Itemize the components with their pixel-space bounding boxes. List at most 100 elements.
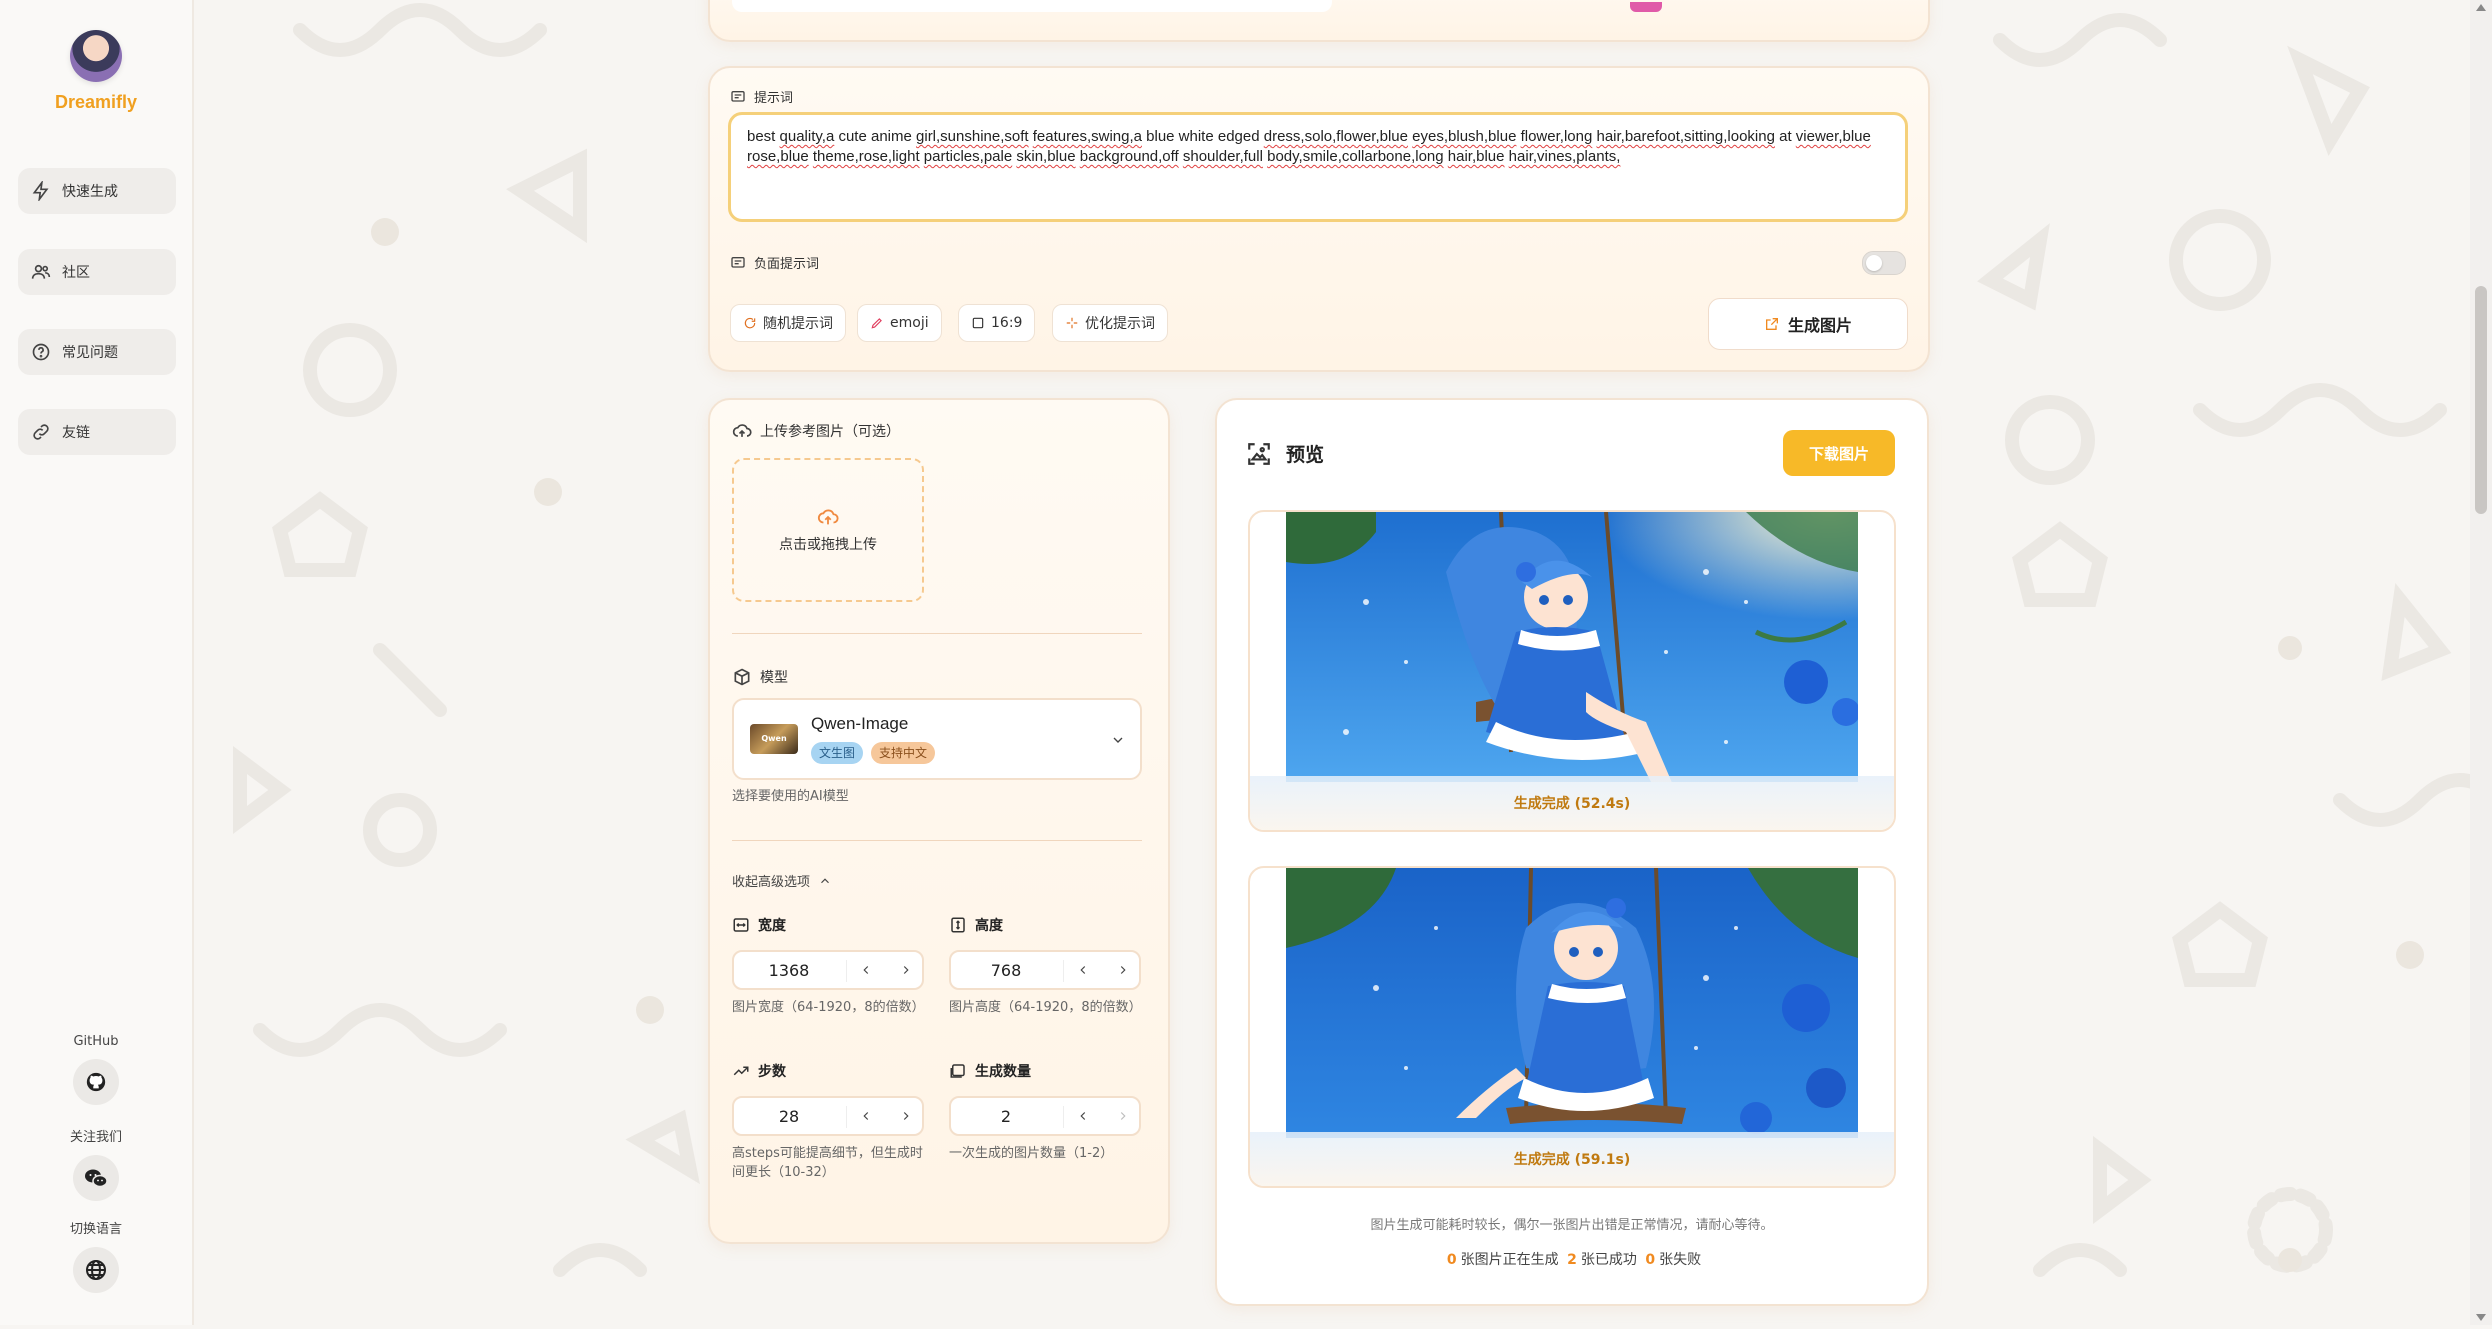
stepper-divider bbox=[846, 960, 847, 982]
preview-header: 预览 bbox=[1246, 440, 1324, 467]
steps-input[interactable]: 28 bbox=[732, 1096, 924, 1136]
random-prompt-button[interactable]: 随机提示词 bbox=[730, 304, 846, 342]
square-icon bbox=[972, 317, 984, 329]
model-thumbnail: Qwen Image bbox=[750, 724, 798, 773]
sidebar-item-community[interactable]: 社区 bbox=[18, 249, 176, 295]
decrement-button[interactable] bbox=[856, 960, 876, 980]
prompt-token: body,smile,collarbone,long bbox=[1267, 148, 1444, 165]
model-label: 模型 bbox=[732, 667, 788, 687]
prompt-token: theme,rose,light bbox=[812, 148, 920, 165]
cube-icon bbox=[734, 668, 750, 686]
message-icon bbox=[731, 256, 745, 268]
stepper-divider bbox=[1063, 1106, 1064, 1128]
optimize-prompt-label: 优化提示词 bbox=[1085, 316, 1155, 332]
advanced-options-toggle[interactable]: 收起高级选项 bbox=[732, 871, 832, 890]
model-name: Qwen-Image bbox=[811, 714, 909, 733]
model-tag: 文生图 bbox=[811, 742, 864, 764]
generated-image-card[interactable]: 生成完成 (59.1s) bbox=[1248, 866, 1896, 1188]
generated-image[interactable] bbox=[1286, 868, 1858, 1138]
prompt-token: background,off bbox=[1079, 148, 1179, 165]
increment-button[interactable] bbox=[1113, 1106, 1133, 1126]
users-icon bbox=[30, 261, 52, 283]
model-tag: 支持中文 bbox=[871, 742, 936, 764]
scroll-thumb[interactable] bbox=[2475, 286, 2487, 514]
prompt-token: rose,blue bbox=[747, 148, 809, 165]
aspect-ratio-label: 16:9 bbox=[991, 315, 1023, 331]
top-card-badge bbox=[1630, 2, 1662, 12]
chevron-left-icon bbox=[1080, 966, 1086, 974]
height-hint: 图片高度（64-1920，8的倍数） bbox=[949, 1000, 1142, 1015]
github-label: GitHub bbox=[73, 1034, 119, 1049]
chevron-right-icon bbox=[903, 1112, 909, 1120]
sidebar-item-links[interactable]: 友链 bbox=[18, 409, 176, 455]
sidebar-item-label: 快速生成 bbox=[62, 184, 118, 200]
decrement-button[interactable] bbox=[1073, 960, 1093, 980]
model-hint: 选择要使用的AI模型 bbox=[732, 789, 849, 804]
prompt-token: quality,a bbox=[779, 128, 835, 145]
generate-image-button[interactable]: 生成图片 bbox=[1708, 298, 1908, 350]
upload-label-text: 上传参考图片（可选） bbox=[760, 424, 900, 440]
increment-button[interactable] bbox=[896, 1106, 916, 1126]
model-select[interactable]: Qwen Image Qwen-Image 文生图 支持中文 bbox=[732, 698, 1142, 780]
aspect-ratio-button[interactable]: 16:9 bbox=[958, 304, 1036, 342]
upload-label: 上传参考图片（可选） bbox=[732, 421, 900, 441]
link-icon bbox=[30, 421, 52, 443]
prompt-token: shoulder,full bbox=[1182, 148, 1263, 165]
optimize-prompt-button[interactable]: 优化提示词 bbox=[1052, 304, 1168, 342]
page-scrollbar[interactable] bbox=[2470, 0, 2492, 1325]
decrement-button[interactable] bbox=[856, 1106, 876, 1126]
sidebar-item-quick-generate[interactable]: 快速生成 bbox=[18, 168, 176, 214]
pencil-icon bbox=[871, 318, 882, 329]
logo[interactable]: Dreamifly bbox=[0, 30, 192, 113]
generated-image-card[interactable]: 生成完成 (52.4s) bbox=[1248, 510, 1896, 832]
wechat-button[interactable] bbox=[73, 1155, 119, 1201]
chevron-right-icon bbox=[903, 966, 909, 974]
decrement-button[interactable] bbox=[1073, 1106, 1093, 1126]
top-card-input bbox=[732, 0, 1332, 12]
model-label-text: 模型 bbox=[760, 670, 788, 686]
count-input[interactable]: 2 bbox=[949, 1096, 1141, 1136]
generating-label: 张图片正在生成 bbox=[1460, 1252, 1559, 1268]
github-button[interactable] bbox=[73, 1059, 119, 1105]
sidebar-item-faq[interactable]: 常见问题 bbox=[18, 329, 176, 375]
count-hint: 一次生成的图片数量（1-2） bbox=[949, 1146, 1114, 1161]
steps-hint: 高steps可能提高细节，但生成时间更长（10-32） bbox=[732, 1146, 923, 1180]
steps-value: 28 bbox=[778, 1107, 800, 1126]
success-label: 张已成功 bbox=[1580, 1252, 1637, 1268]
increment-button[interactable] bbox=[1113, 960, 1133, 980]
negative-prompt-toggle[interactable] bbox=[1862, 251, 1906, 275]
width-icon bbox=[733, 918, 749, 932]
sidebar: Dreamifly 快速生成 社区 常见问题 友链 GitHub 关注我们 切换… bbox=[0, 0, 194, 1325]
stepper-divider bbox=[1063, 960, 1064, 982]
count-label: 生成数量 bbox=[949, 1061, 1031, 1081]
scroll-up-icon[interactable] bbox=[2476, 4, 2486, 11]
prompt-token: particles,pale bbox=[923, 148, 1013, 165]
language-button[interactable] bbox=[73, 1247, 119, 1293]
increment-button[interactable] bbox=[896, 960, 916, 980]
prompt-token: girl,sunshine,soft bbox=[916, 128, 1029, 145]
help-circle-icon bbox=[30, 341, 52, 363]
height-input[interactable]: 768 bbox=[949, 950, 1141, 990]
success-count: 2 bbox=[1567, 1252, 1577, 1268]
prompt-token: dress,solo,flower,blue bbox=[1263, 128, 1408, 145]
prompt-label-text: 提示词 bbox=[754, 91, 794, 106]
generating-count: 0 bbox=[1446, 1252, 1457, 1268]
emoji-button[interactable]: emoji bbox=[857, 304, 942, 342]
chevron-up-icon bbox=[821, 877, 829, 883]
width-input[interactable]: 1368 bbox=[732, 950, 924, 990]
layers-icon bbox=[950, 1064, 965, 1078]
logo-avatar bbox=[70, 30, 122, 82]
steps-label: 步数 bbox=[732, 1061, 786, 1081]
prompt-token: hair,blue bbox=[1447, 148, 1505, 165]
scroll-down-icon[interactable] bbox=[2476, 1314, 2486, 1321]
chevron-left-icon bbox=[1080, 1112, 1086, 1120]
generation-notice: 图片生成可能耗时较长，偶尔一张图片出错是正常情况，请耐心等待。 bbox=[1370, 1218, 1774, 1233]
github-icon bbox=[86, 1072, 106, 1092]
image-scan-icon bbox=[1248, 442, 1270, 465]
top-card-partial bbox=[708, 0, 1930, 42]
upload-dropzone[interactable]: 点击或拖拽上传 bbox=[732, 458, 924, 602]
download-image-button[interactable]: 下载图片 bbox=[1783, 430, 1895, 476]
prompt-token: hair,barefoot,sitting,looking bbox=[1596, 128, 1775, 145]
prompt-input[interactable]: best quality,a cute anime girl,sunshine,… bbox=[728, 112, 1908, 222]
generated-image[interactable] bbox=[1286, 512, 1858, 782]
